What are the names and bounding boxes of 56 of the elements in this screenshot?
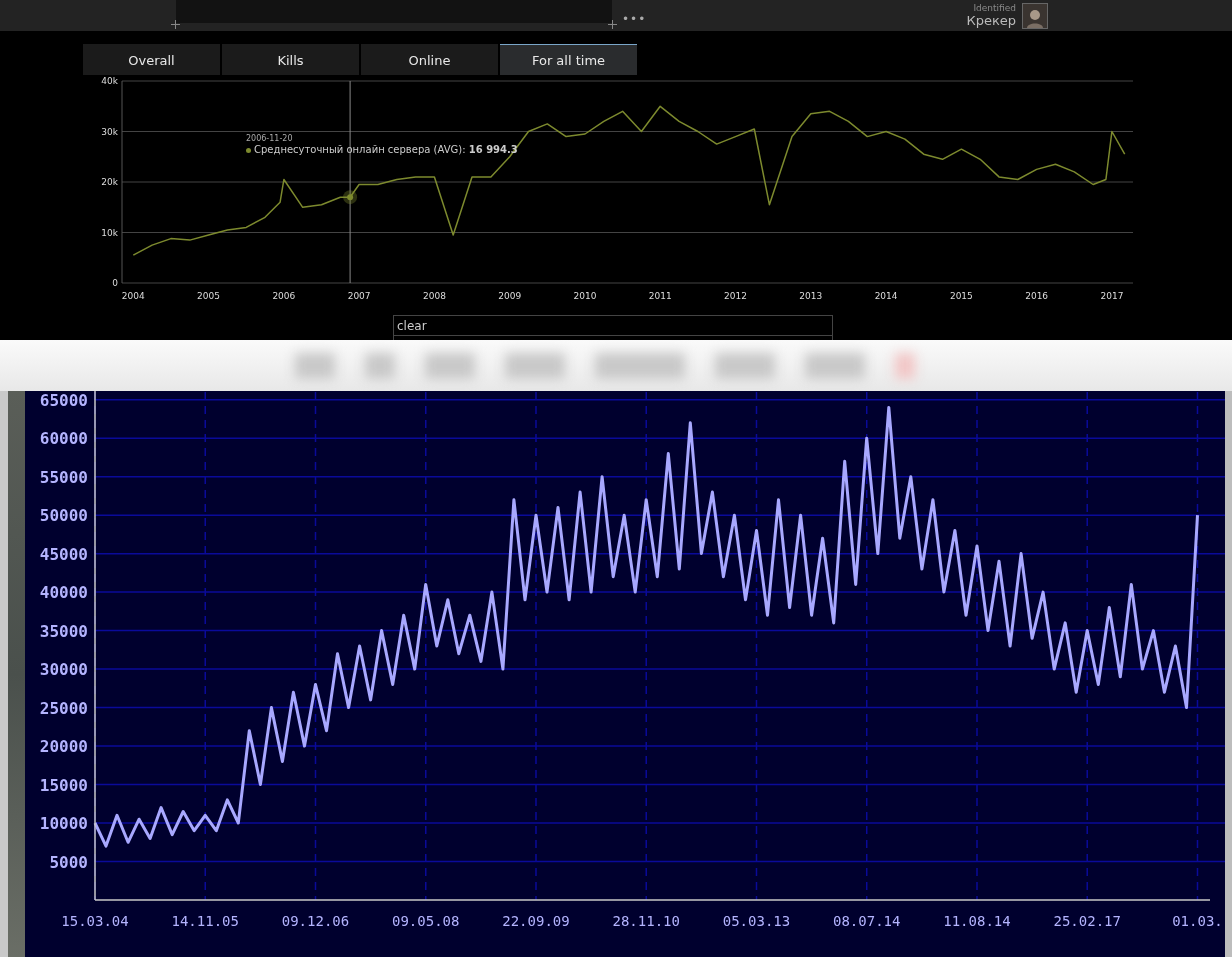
x-axis-label: 25.02.17 xyxy=(1053,913,1121,929)
tab[interactable]: Kills xyxy=(222,44,359,75)
y-axis-label: 30k xyxy=(101,126,118,137)
x-axis-label: 2011 xyxy=(648,291,672,301)
x-axis-label: 05.03.13 xyxy=(722,913,791,929)
x-axis-label: 14.11.05 xyxy=(171,913,239,929)
x-axis-label: 2004 xyxy=(121,291,145,301)
user-name[interactable]: Крекер xyxy=(966,12,1016,29)
x-axis-label: 01.03. xyxy=(1172,913,1223,929)
y-axis-label: 65000 xyxy=(39,391,88,410)
tab[interactable]: Overall xyxy=(83,44,220,75)
avatar-icon[interactable] xyxy=(1022,2,1048,29)
plus-icon xyxy=(171,20,180,29)
x-axis-label: 2008 xyxy=(422,291,446,301)
y-axis-label: 25000 xyxy=(39,698,88,718)
x-axis-label: 28.11.10 xyxy=(612,913,680,929)
x-axis-label: 08.07.14 xyxy=(833,913,901,929)
x-axis-label: 2012 xyxy=(724,291,747,301)
filter-field[interactable]: clear xyxy=(393,315,833,336)
x-axis-label: 22.09.09 xyxy=(502,913,570,929)
x-axis-label: 2007 xyxy=(347,291,371,301)
y-axis-label: 10000 xyxy=(39,814,88,834)
y-axis-label: 55000 xyxy=(39,467,88,487)
x-axis-label: 2015 xyxy=(949,291,973,301)
x-axis-label: 09.12.06 xyxy=(281,913,350,929)
x-axis-label: 15.03.04 xyxy=(61,913,129,929)
y-axis-label: 30000 xyxy=(39,660,88,680)
plus-icon xyxy=(608,20,617,29)
tab[interactable]: For all time xyxy=(500,44,637,75)
user-status: Identified xyxy=(973,2,1016,13)
tab[interactable]: Online xyxy=(361,44,498,75)
x-axis-label: 11.08.14 xyxy=(943,913,1011,929)
hover-marker xyxy=(343,190,358,205)
y-axis-label: 5000 xyxy=(49,852,88,872)
y-axis-label: 40k xyxy=(101,76,118,86)
x-axis-label: 2014 xyxy=(874,291,898,301)
x-axis-label: 2006 xyxy=(272,291,296,301)
y-axis-label: 35000 xyxy=(39,621,88,641)
y-axis-label: 20000 xyxy=(39,737,88,757)
y-axis-label: 60000 xyxy=(39,429,88,449)
x-axis-label: 2009 xyxy=(498,291,522,301)
x-axis-label: 2005 xyxy=(197,291,220,301)
x-axis-label: 2017 xyxy=(1100,291,1124,301)
more-menu[interactable]: ••• xyxy=(622,11,647,26)
y-axis-label: 45000 xyxy=(39,544,88,564)
tooltip-date: 2006-11-20 xyxy=(246,133,294,144)
y-axis-label: 15000 xyxy=(39,775,88,795)
x-axis-label: 2010 xyxy=(573,291,597,301)
y-axis-label: 40000 xyxy=(39,583,88,603)
y-axis-label: 20k xyxy=(101,177,118,187)
x-axis-label: 2016 xyxy=(1025,291,1049,301)
x-axis-label: 09.05.08 xyxy=(392,913,460,929)
x-axis-label: 2013 xyxy=(799,291,823,301)
y-axis-label: 10k xyxy=(101,227,118,238)
y-axis-label: 0 xyxy=(112,278,118,288)
y-axis-label: 50000 xyxy=(39,506,88,526)
